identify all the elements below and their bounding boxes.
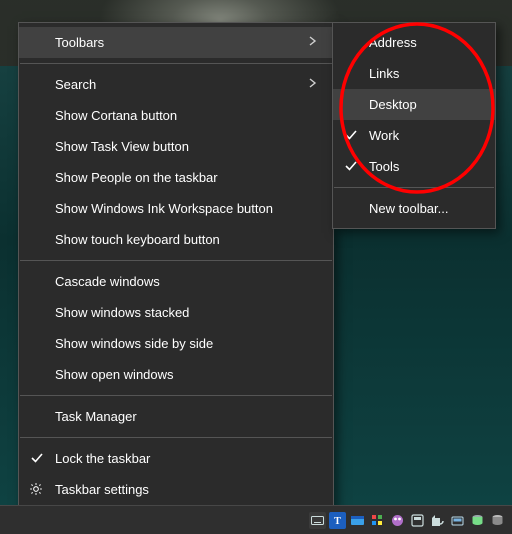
menu-item-stacked[interactable]: Show windows stacked — [19, 297, 333, 328]
menu-label: Show open windows — [55, 367, 317, 382]
menu-label: Show Task View button — [55, 139, 317, 154]
terminal-icon[interactable] — [469, 512, 486, 529]
menu-separator — [20, 63, 332, 64]
language-icon[interactable]: T — [329, 512, 346, 529]
menu-separator — [20, 437, 332, 438]
menu-label: Cascade windows — [55, 274, 317, 289]
submenu-item-tools[interactable]: Tools — [333, 151, 495, 182]
menu-label: Task Manager — [55, 409, 317, 424]
menu-item-sidebyside[interactable]: Show windows side by side — [19, 328, 333, 359]
check-icon — [344, 128, 358, 142]
gear-icon — [29, 482, 43, 496]
svg-text:T: T — [334, 516, 341, 527]
menu-separator — [20, 260, 332, 261]
t-app-icon[interactable] — [349, 512, 366, 529]
taskbar-context-menu: Toolbars Search Show Cortana button Show… — [18, 22, 334, 510]
chevron-right-icon — [303, 78, 317, 91]
menu-item-locktb[interactable]: Lock the taskbar — [19, 443, 333, 474]
toolbars-submenu: Address Links Desktop Work Tools New too… — [332, 22, 496, 229]
disk-icon[interactable] — [489, 512, 506, 529]
menu-separator — [334, 187, 494, 188]
submenu-item-address[interactable]: Address — [333, 27, 495, 58]
menu-label: Address — [369, 35, 479, 50]
menu-item-ink[interactable]: Show Windows Ink Workspace button — [19, 193, 333, 224]
menu-item-cascade[interactable]: Cascade windows — [19, 266, 333, 297]
menu-label: New toolbar... — [369, 201, 479, 216]
menu-item-taskview[interactable]: Show Task View button — [19, 131, 333, 162]
palette-icon[interactable] — [409, 512, 426, 529]
menu-label: Show windows stacked — [55, 305, 317, 320]
chevron-right-icon — [303, 36, 317, 49]
submenu-item-newtoolbar[interactable]: New toolbar... — [333, 193, 495, 224]
menu-label: Toolbars — [55, 35, 303, 50]
taskbar[interactable]: T — [0, 505, 512, 534]
check-icon — [344, 159, 358, 173]
speaker-icon[interactable] — [449, 512, 466, 529]
submenu-item-desktop[interactable]: Desktop — [333, 89, 495, 120]
menu-label: Show Cortana button — [55, 108, 317, 123]
menu-item-touchkb[interactable]: Show touch keyboard button — [19, 224, 333, 255]
menu-label: Desktop — [369, 97, 479, 112]
app-blue-icon[interactable] — [369, 512, 386, 529]
menu-item-openwin[interactable]: Show open windows — [19, 359, 333, 390]
system-tray: T — [309, 512, 506, 529]
menu-item-taskmgr[interactable]: Task Manager — [19, 401, 333, 432]
squares-icon[interactable] — [389, 512, 406, 529]
menu-item-cortana[interactable]: Show Cortana button — [19, 100, 333, 131]
desktop-background: Toolbars Search Show Cortana button Show… — [0, 0, 512, 534]
menu-label: Links — [369, 66, 479, 81]
menu-label: Search — [55, 77, 303, 92]
menu-item-tbsettings[interactable]: Taskbar settings — [19, 474, 333, 505]
menu-label: Tools — [369, 159, 479, 174]
menu-label: Show touch keyboard button — [55, 232, 317, 247]
menu-label: Lock the taskbar — [55, 451, 317, 466]
submenu-item-work[interactable]: Work — [333, 120, 495, 151]
menu-label: Work — [369, 128, 479, 143]
menu-label: Taskbar settings — [55, 482, 317, 497]
submenu-item-links[interactable]: Links — [333, 58, 495, 89]
calendar-icon[interactable] — [429, 512, 446, 529]
menu-label: Show People on the taskbar — [55, 170, 317, 185]
menu-item-people[interactable]: Show People on the taskbar — [19, 162, 333, 193]
keyboard-icon[interactable] — [309, 512, 326, 529]
menu-item-search[interactable]: Search — [19, 69, 333, 100]
menu-label: Show Windows Ink Workspace button — [55, 201, 317, 216]
check-icon — [30, 451, 44, 465]
menu-label: Show windows side by side — [55, 336, 317, 351]
menu-separator — [20, 395, 332, 396]
menu-item-toolbars[interactable]: Toolbars — [19, 27, 333, 58]
